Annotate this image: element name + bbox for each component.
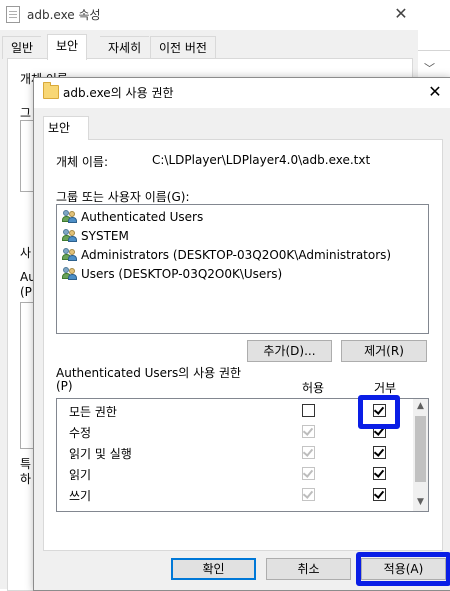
user-list[interactable]: Authenticated Users SYSTEM Administrator… <box>56 204 429 334</box>
deny-checkbox[interactable] <box>373 488 386 501</box>
object-name-label: 개체 이름: <box>56 155 109 169</box>
bg-permission-list <box>20 302 34 449</box>
allow-checkbox[interactable] <box>302 446 315 459</box>
scroll-down-icon[interactable]: ▼ <box>413 495 428 510</box>
deny-column-header: 거부 <box>374 381 397 395</box>
permission-name: 쓰기 <box>69 489 92 503</box>
bg-tab-previous-versions[interactable]: 이전 버전 <box>150 36 216 59</box>
ok-button[interactable]: 확인 <box>171 558 256 580</box>
scrollbar-thumb[interactable] <box>415 416 426 482</box>
permissions-dialog: adb.exe의 사용 권한 ✕ 보안 개체 이름: C:\LDPlayer\L… <box>33 77 450 591</box>
users-group-icon <box>62 210 77 223</box>
users-group-icon <box>62 267 77 280</box>
allow-column-header: 허용 <box>302 381 325 395</box>
permission-scrollbar[interactable]: ▲ ▼ <box>413 399 428 511</box>
close-icon[interactable]: ✕ <box>422 80 448 104</box>
bg-partial-text: 하 <box>20 472 32 486</box>
file-icon <box>6 6 20 23</box>
tab-security[interactable]: 보안 <box>43 116 89 140</box>
bg-tab-general[interactable]: 일반 <box>2 36 42 59</box>
bg-partial-text: 사 <box>20 246 32 260</box>
user-name: Users (DESKTOP-03Q2O0K\Users) <box>81 267 283 281</box>
user-name: Authenticated Users <box>81 210 204 224</box>
bg-tab-security[interactable]: 보안 <box>47 34 88 60</box>
object-path: C:\LDPlayer\LDPlayer4.0\adb.exe.txt <box>152 153 371 167</box>
permission-row: 쓰기 <box>57 484 413 505</box>
permission-name: 모든 권한 <box>69 405 117 419</box>
bg-window-title: adb.exe 속성 <box>27 8 101 22</box>
bg-partial-text: 그 <box>20 106 32 120</box>
chevron-down-icon: ﹀ <box>424 62 435 75</box>
users-group-icon <box>62 229 77 242</box>
bg-title-bar: adb.exe 속성 ✕ <box>0 0 418 30</box>
permission-name: 읽기 및 실행 <box>69 447 132 461</box>
user-name: SYSTEM <box>81 229 129 243</box>
divider <box>418 50 450 51</box>
allow-checkbox[interactable] <box>302 425 315 438</box>
deny-highlight-box <box>358 395 400 429</box>
deny-checkbox[interactable] <box>373 446 386 459</box>
bg-partial-text: (P <box>20 285 32 299</box>
allow-checkbox[interactable] <box>302 488 315 501</box>
permissions-label-accesskey: (P) <box>56 379 73 393</box>
allow-checkbox[interactable] <box>302 404 315 417</box>
permission-name: 읽기 <box>69 468 92 482</box>
permission-row: 읽기 <box>57 463 413 484</box>
permissions-label: Authenticated Users의 사용 권한 <box>56 366 242 380</box>
permission-row: 읽기 및 실행 <box>57 442 413 463</box>
deny-checkbox[interactable] <box>373 467 386 480</box>
permission-name: 수정 <box>69 426 92 440</box>
cancel-button[interactable]: 취소 <box>266 558 351 580</box>
users-group-icon <box>62 248 77 261</box>
remove-button[interactable]: 제거(R) <box>341 340 427 362</box>
bg-user-list <box>20 120 34 192</box>
group-list-label: 그룹 또는 사용자 이름(G): <box>56 190 190 204</box>
bg-close-icon[interactable]: ✕ <box>388 2 414 26</box>
dialog-title-bar: adb.exe의 사용 권한 ✕ <box>34 78 450 108</box>
add-button[interactable]: 추가(D)... <box>247 340 332 362</box>
apply-highlight-box <box>356 552 450 586</box>
allow-checkbox[interactable] <box>302 467 315 480</box>
scroll-up-icon[interactable]: ▲ <box>413 399 428 414</box>
user-name: Administrators (DESKTOP-03Q2O0K\Administ… <box>81 248 392 262</box>
folder-icon <box>43 82 59 99</box>
bg-tab-details[interactable]: 자세히 <box>100 36 150 59</box>
dialog-title: adb.exe의 사용 권한 <box>63 86 174 100</box>
